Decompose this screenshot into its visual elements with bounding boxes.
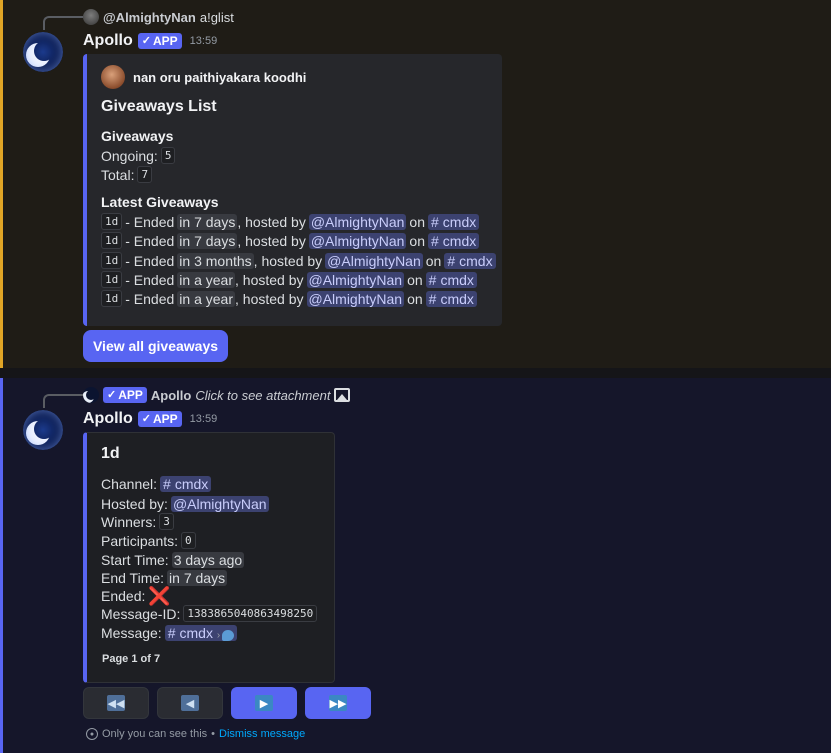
verified-check-icon: ✓ bbox=[107, 389, 117, 401]
page-indicator: Page 1 of 7 bbox=[102, 653, 161, 665]
start-time-value: 3 days ago bbox=[171, 551, 245, 568]
total-row: Total: 7 bbox=[101, 165, 153, 184]
app-badge: ✓ APP bbox=[137, 411, 182, 427]
fast-forward-icon: ▶▶ bbox=[329, 695, 347, 711]
end-time-value: in 7 days bbox=[167, 569, 228, 586]
reply-connector bbox=[43, 394, 83, 408]
message-giveaways-list: @AlmightyNan a!glist Apollo ✓ APP 13:59 n… bbox=[0, 0, 831, 368]
channel-link[interactable]: # cmdx bbox=[428, 232, 480, 249]
reply-preview[interactable]: @AlmightyNan a!glist bbox=[83, 9, 234, 25]
bot-avatar-mini bbox=[83, 387, 99, 403]
giveaway-row: 1d - Ended in 3 months, hosted by @Almighty… bbox=[101, 251, 496, 270]
start-time-row: Start Time: 3 days ago bbox=[101, 551, 245, 568]
channel-link[interactable]: # cmdx bbox=[444, 252, 496, 269]
ongoing-row: Ongoing: 5 bbox=[101, 146, 176, 165]
first-page-button[interactable]: ◀◀ bbox=[83, 687, 149, 719]
giveaway-row: 1d - Ended in a year, hosted by @AlmightyNa… bbox=[101, 289, 477, 308]
verified-check-icon: ✓ bbox=[141, 35, 151, 47]
message-id-row: Message-ID: 1383865040863498250 bbox=[101, 604, 318, 623]
verified-check-icon: ✓ bbox=[141, 413, 151, 425]
total-value: 7 bbox=[137, 166, 153, 183]
host-mention[interactable]: @AlmightyNan bbox=[308, 232, 407, 249]
giveaway-row: 1d - Ended in 7 days, hosted by @AlmightyNa… bbox=[101, 231, 480, 250]
host-mention[interactable]: @AlmightyNan bbox=[306, 290, 405, 307]
message-divider bbox=[0, 368, 831, 378]
channel-link[interactable]: # cmdx bbox=[425, 290, 477, 307]
ongoing-value: 5 bbox=[160, 147, 176, 164]
ended-row: Ended: ❌ bbox=[101, 585, 171, 606]
message-header: Apollo ✓ APP 13:59 bbox=[83, 410, 217, 428]
app-badge: ✓ APP bbox=[137, 33, 182, 49]
last-page-button[interactable]: ▶▶ bbox=[305, 687, 371, 719]
message-link[interactable]: # cmdx › bbox=[164, 624, 238, 641]
giveaway-row: 1d - Ended in 7 days, hosted by @AlmightyNa… bbox=[101, 212, 480, 231]
next-page-button[interactable]: ▶ bbox=[231, 687, 297, 719]
latest-heading: Latest Giveaways bbox=[101, 193, 219, 210]
message-header: Apollo ✓ APP 13:59 bbox=[83, 32, 217, 50]
chat-bubble-icon bbox=[222, 629, 235, 641]
hosted-by-row: Hosted by: @AlmightyNan bbox=[101, 495, 269, 512]
reply-connector bbox=[43, 16, 83, 30]
channel-link[interactable]: # cmdx bbox=[425, 271, 477, 288]
view-all-giveaways-button[interactable]: View all giveaways bbox=[83, 330, 228, 362]
dismiss-message-link[interactable]: Dismiss message bbox=[219, 728, 305, 740]
message-link-row: Message: # cmdx › bbox=[101, 623, 238, 642]
reply-preview[interactable]: ✓ APP Apollo Click to see attachment bbox=[83, 387, 351, 403]
giveaway-row: 1d - Ended in a year, hosted by @AlmightyNa… bbox=[101, 270, 477, 289]
rewind-icon: ◀◀ bbox=[107, 695, 125, 711]
message-id-value: 1383865040863498250 bbox=[183, 605, 318, 622]
cross-mark-icon: ❌ bbox=[148, 585, 171, 606]
bot-avatar[interactable] bbox=[23, 32, 63, 72]
end-time-row: End Time: in 7 days bbox=[101, 569, 228, 586]
participants-row: Participants: 0 bbox=[101, 531, 196, 550]
timestamp: 13:59 bbox=[189, 413, 218, 425]
participants-value: 0 bbox=[181, 532, 196, 549]
reply-username[interactable]: @AlmightyNan bbox=[103, 10, 196, 25]
image-icon bbox=[334, 388, 351, 402]
previous-page-button[interactable]: ◀ bbox=[157, 687, 223, 719]
author-avatar bbox=[101, 65, 125, 89]
reply-attachment-text[interactable]: Click to see attachment bbox=[195, 388, 330, 403]
giveaways-heading: Giveaways bbox=[101, 127, 174, 144]
ephemeral-notice: ● Only you can see this • Dismiss messag… bbox=[86, 728, 305, 740]
bot-name[interactable]: Apollo bbox=[83, 32, 133, 50]
host-mention[interactable]: @AlmightyNan bbox=[170, 495, 269, 512]
timestamp: 13:59 bbox=[189, 35, 218, 47]
embed-title: Giveaways List bbox=[101, 98, 217, 115]
host-mention[interactable]: @AlmightyNan bbox=[325, 252, 423, 269]
channel-link[interactable]: # cmdx bbox=[160, 475, 212, 492]
eye-icon: ● bbox=[86, 728, 98, 740]
embed-author: nan oru paithiyakara koodhi bbox=[101, 65, 306, 89]
giveaways-embed: nan oru paithiyakara koodhi Giveaways Li… bbox=[83, 54, 502, 326]
thread-icon: › bbox=[217, 629, 235, 641]
previous-icon: ◀ bbox=[181, 695, 199, 711]
reply-command: a!glist bbox=[199, 9, 234, 25]
author-name: nan oru paithiyakara koodhi bbox=[133, 69, 307, 85]
winners-row: Winners: 3 bbox=[101, 512, 174, 531]
reply-bot-name[interactable]: Apollo bbox=[151, 388, 191, 403]
user-avatar-mini bbox=[83, 9, 99, 25]
channel-link[interactable]: # cmdx bbox=[428, 213, 480, 230]
bot-avatar[interactable] bbox=[23, 410, 63, 450]
channel-row: Channel: # cmdx bbox=[101, 474, 212, 493]
host-mention[interactable]: @AlmightyNan bbox=[306, 271, 405, 288]
host-mention[interactable]: @AlmightyNan bbox=[308, 213, 407, 230]
play-icon: ▶ bbox=[255, 695, 273, 711]
giveaway-detail-embed: 1d Channel: # cmdx Hosted by: @AlmightyNan … bbox=[83, 432, 335, 683]
app-badge: ✓ APP bbox=[103, 387, 147, 403]
winners-value: 3 bbox=[159, 513, 174, 530]
bot-name[interactable]: Apollo bbox=[83, 410, 133, 428]
embed-title: 1d bbox=[101, 445, 120, 462]
